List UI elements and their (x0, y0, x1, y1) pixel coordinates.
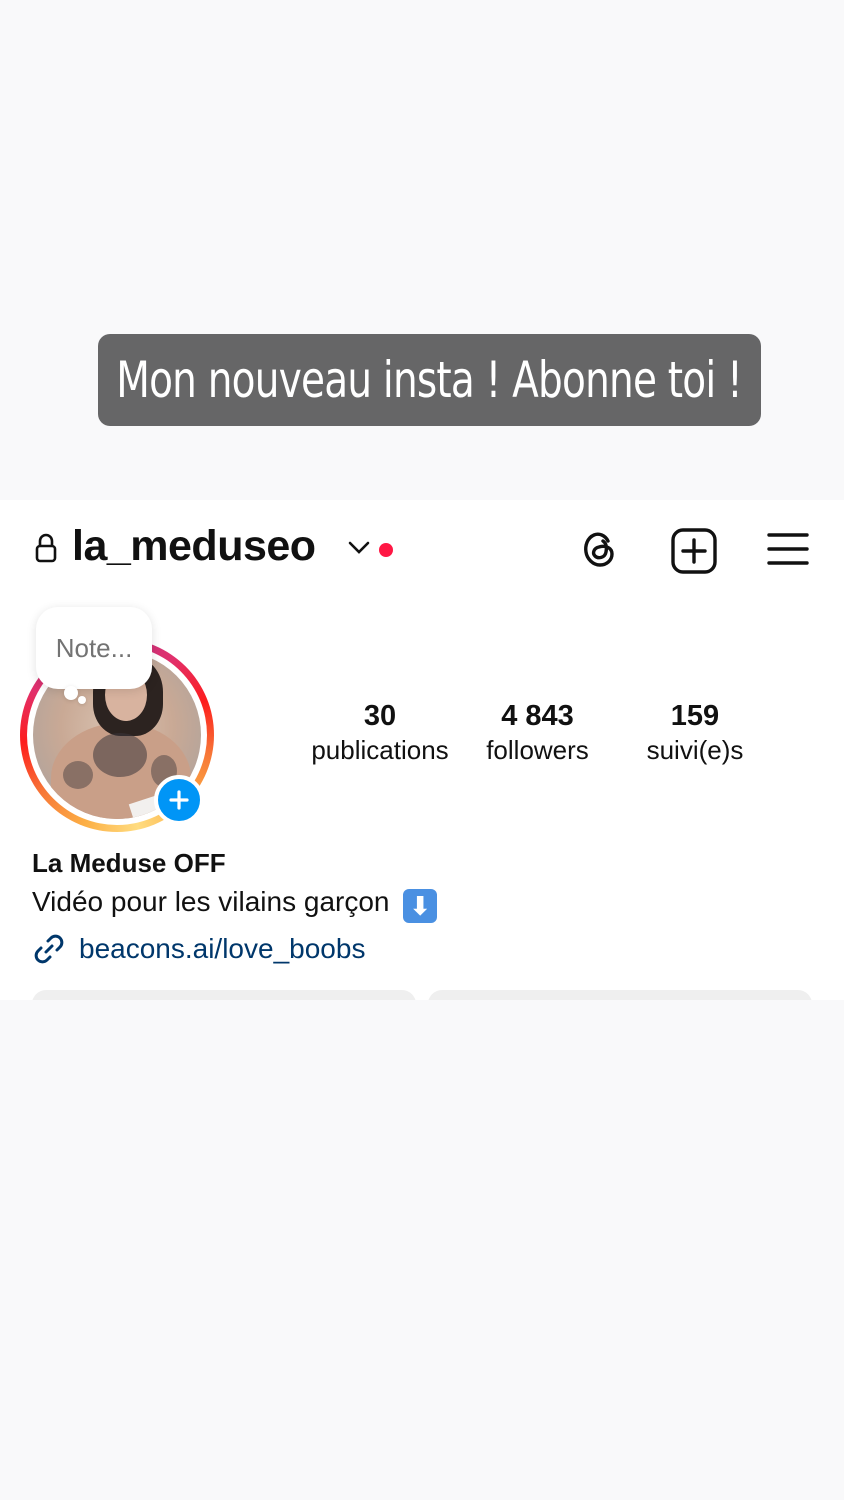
following-label: suivi(e)s (646, 735, 744, 765)
story-caption: Mon nouveau insta ! Abonne toi ! (98, 334, 761, 426)
story-caption-text: Mon nouveau insta ! Abonne toi ! (116, 351, 743, 409)
followers-label: followers (486, 735, 589, 765)
add-story-button[interactable] (154, 775, 204, 825)
stat-following[interactable]: 159 suivi(e)s (630, 700, 760, 766)
arrow-down-emoji: ⬇ (403, 889, 438, 923)
note-bubble-tail (64, 686, 78, 700)
profile-screenshot: la_meduseo Note... 30 publications 4 843… (0, 500, 844, 1000)
edit-profile-button[interactable] (32, 990, 416, 1000)
stat-followers[interactable]: 4 843 followers (470, 700, 605, 766)
notification-dot (379, 543, 393, 557)
stat-posts[interactable]: 30 publications (305, 700, 455, 766)
display-name: La Meduse OFF (32, 848, 226, 878)
note-bubble-tail-small (78, 696, 86, 704)
username[interactable]: la_meduseo (72, 522, 316, 571)
add-post-icon[interactable] (670, 527, 718, 580)
link-icon (32, 932, 66, 971)
following-count: 159 (670, 700, 720, 732)
share-profile-button[interactable] (428, 990, 812, 1000)
menu-icon[interactable] (766, 530, 810, 575)
note-placeholder: Note... (55, 632, 133, 663)
threads-icon[interactable] (577, 527, 621, 576)
lock-icon (35, 533, 57, 568)
followers-count: 4 843 (501, 700, 574, 732)
plus-icon (169, 790, 189, 810)
posts-count: 30 (363, 700, 397, 732)
bio-text: Vidéo pour les vilains garçon ⬇ (32, 886, 438, 923)
profile-header: la_meduseo (0, 500, 844, 600)
posts-label: publications (311, 735, 449, 765)
bio-label: Vidéo pour les vilains garçon (32, 886, 390, 917)
bio-link[interactable]: beacons.ai/love_boobs (79, 933, 365, 965)
chevron-down-icon[interactable] (347, 540, 371, 561)
note-bubble[interactable]: Note... (36, 607, 152, 689)
